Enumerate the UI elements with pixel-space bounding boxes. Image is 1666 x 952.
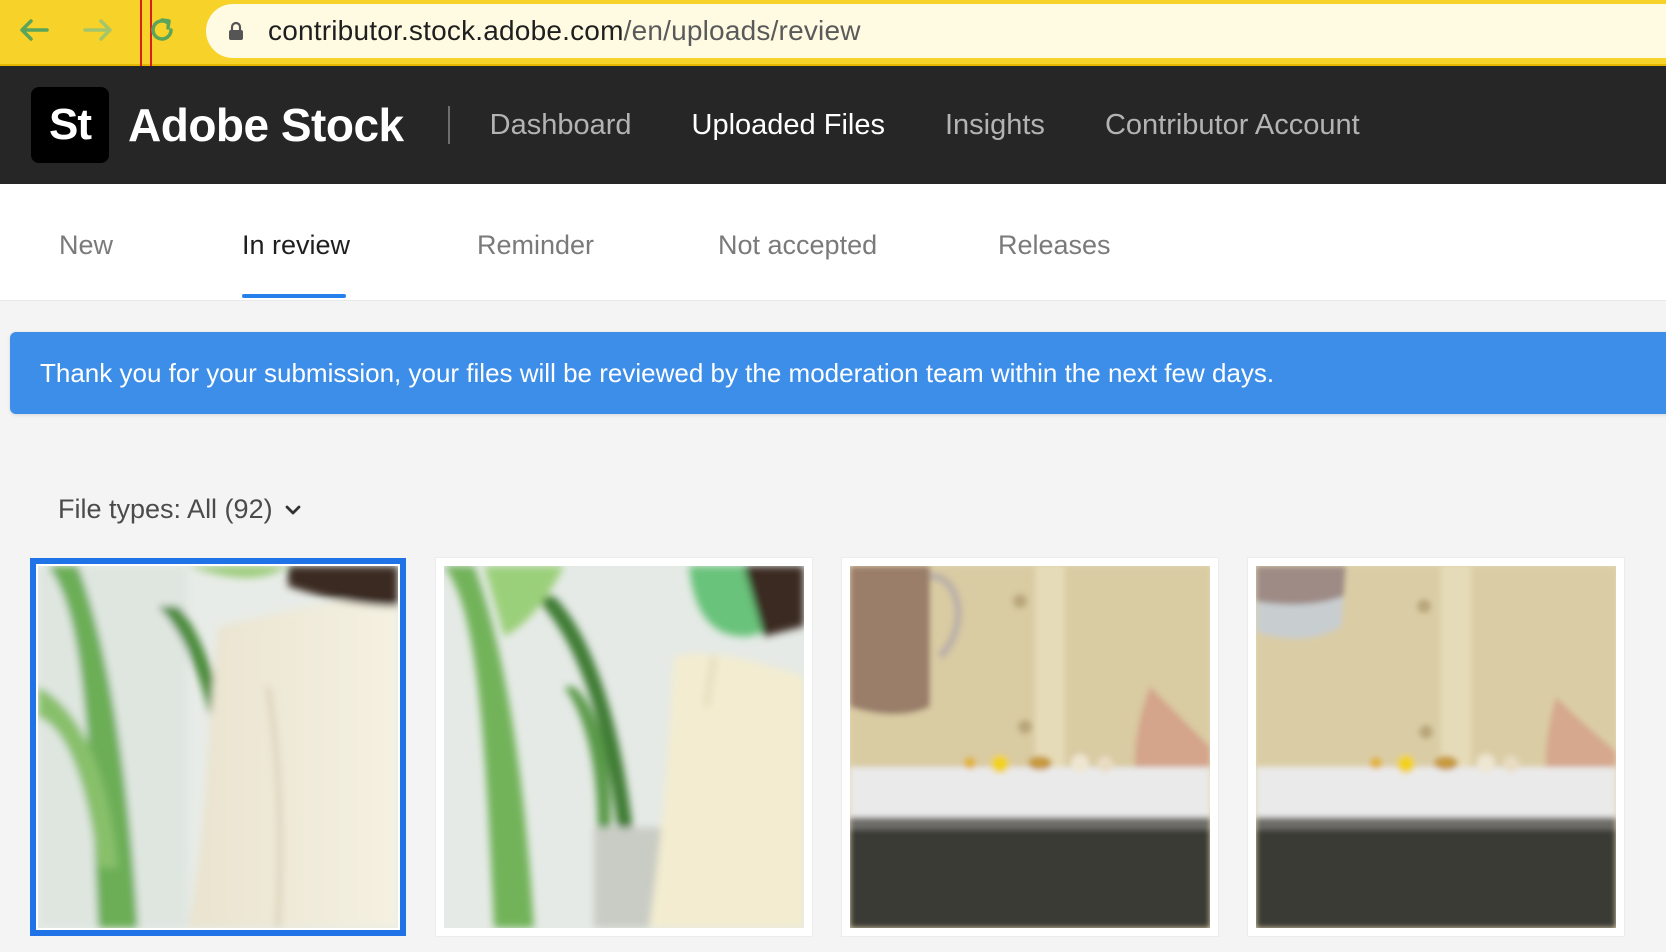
tab-new[interactable]: New bbox=[59, 230, 113, 261]
url-host: contributor.stock.adobe.com bbox=[268, 15, 624, 46]
thumbnail-image bbox=[444, 566, 804, 928]
forward-arrow-icon bbox=[81, 16, 115, 44]
thumbnail-image bbox=[1256, 566, 1616, 928]
thumbnail-image bbox=[38, 566, 398, 928]
url-path: /en/uploads/review bbox=[623, 15, 861, 46]
tab-not-accepted[interactable]: Not accepted bbox=[718, 230, 877, 261]
reload-button[interactable] bbox=[138, 8, 186, 52]
thumbnail-image bbox=[850, 566, 1210, 928]
chevron-down-icon bbox=[285, 501, 303, 519]
top-nav: Dashboard Uploaded Files Insights Contri… bbox=[490, 109, 1420, 142]
browser-toolbar: contributor.stock.adobe.com/en/uploads/r… bbox=[0, 0, 1666, 66]
adobe-stock-logo[interactable]: St bbox=[31, 87, 109, 163]
file-type-filter-label: File types: All (92) bbox=[58, 494, 273, 524]
reload-icon bbox=[146, 14, 178, 46]
brand-name[interactable]: Adobe Stock bbox=[128, 98, 404, 152]
file-type-filter[interactable]: File types: All (92) bbox=[58, 494, 303, 525]
active-tab-indicator bbox=[242, 294, 346, 298]
file-thumbnail[interactable] bbox=[1248, 558, 1624, 936]
header-divider bbox=[447, 106, 450, 144]
file-thumbnail[interactable] bbox=[842, 558, 1218, 936]
nav-dashboard[interactable]: Dashboard bbox=[490, 109, 632, 142]
back-button[interactable] bbox=[10, 8, 58, 52]
url-text: contributor.stock.adobe.com/en/uploads/r… bbox=[268, 15, 861, 47]
nav-uploaded-files[interactable]: Uploaded Files bbox=[692, 109, 885, 142]
upload-status-tabs: New In review Reminder Not accepted Rele… bbox=[0, 184, 1666, 301]
app-header: St Adobe Stock Dashboard Uploaded Files … bbox=[0, 66, 1666, 184]
address-bar[interactable]: contributor.stock.adobe.com/en/uploads/r… bbox=[206, 4, 1666, 58]
forward-button[interactable] bbox=[74, 8, 122, 52]
nav-insights[interactable]: Insights bbox=[945, 109, 1045, 142]
info-banner: Thank you for your submission, your file… bbox=[10, 332, 1666, 414]
file-thumbnail[interactable] bbox=[436, 558, 812, 936]
logo-text: St bbox=[49, 100, 92, 149]
tab-reminder[interactable]: Reminder bbox=[477, 230, 594, 261]
lock-icon bbox=[228, 20, 246, 42]
file-thumbnail[interactable] bbox=[30, 558, 406, 936]
tab-releases[interactable]: Releases bbox=[998, 230, 1111, 261]
nav-contributor-account[interactable]: Contributor Account bbox=[1105, 109, 1360, 142]
back-arrow-icon bbox=[17, 16, 51, 44]
banner-message: Thank you for your submission, your file… bbox=[40, 357, 1275, 388]
tab-in-review[interactable]: In review bbox=[242, 230, 350, 261]
